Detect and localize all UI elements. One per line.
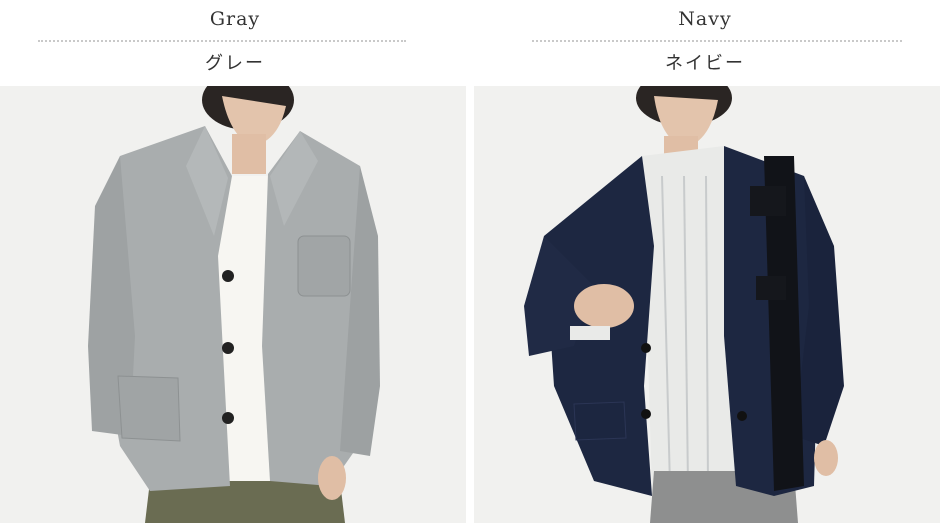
product-photo-gray	[0, 86, 466, 523]
color-name-en: Navy	[678, 8, 732, 30]
dotted-divider	[532, 40, 902, 42]
color-name-jp: グレー	[205, 53, 265, 74]
dotted-divider	[38, 40, 406, 42]
color-name-en: Gray	[209, 8, 261, 30]
product-photo-navy	[474, 86, 940, 523]
color-name-jp: ネイビー	[665, 53, 745, 74]
variant-gray: Gray グレー	[0, 0, 470, 523]
variant-navy: Navy ネイビー	[470, 0, 940, 523]
